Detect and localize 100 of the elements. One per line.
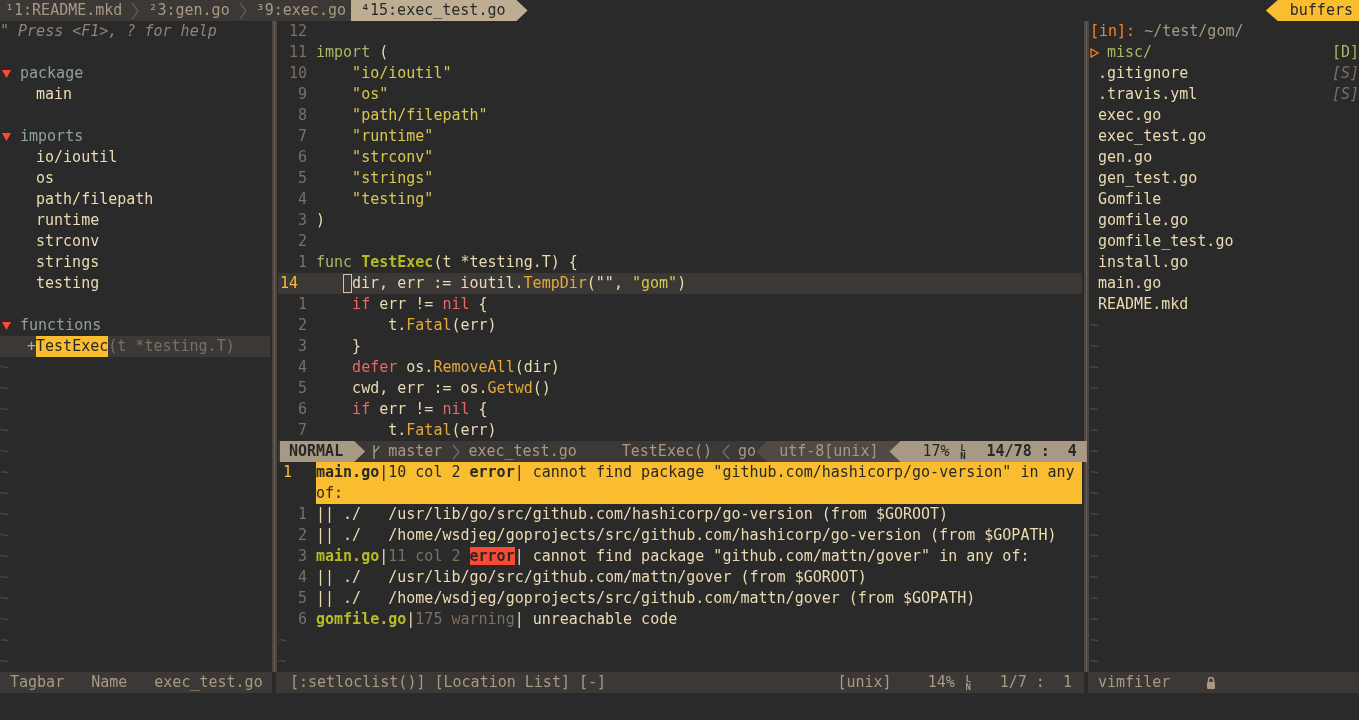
code-line: import ( [316, 42, 389, 63]
tag-item[interactable]: strconv [36, 231, 100, 252]
line-number: 8 [296, 105, 308, 126]
file-format: [unix] [837, 672, 892, 693]
empty-line-marker: ~ [0, 546, 10, 567]
function-name: TestExec() [621, 441, 713, 462]
tag-item[interactable]: testing [36, 273, 100, 294]
file-name[interactable]: Gomfile [1098, 189, 1162, 210]
chevron-icon [131, 1, 140, 20]
scroll-percent: 17% [922, 441, 950, 462]
file-type-tag: [D] [1331, 42, 1359, 63]
line-number: 2 [296, 231, 308, 252]
empty-line-marker: ~ [0, 420, 10, 441]
line-number: 3 [296, 546, 308, 567]
code-line: ) [316, 210, 326, 231]
tag-item[interactable]: main [36, 84, 73, 105]
line-number: 6 [296, 147, 308, 168]
empty-line-marker: ~ [1090, 504, 1100, 525]
current-path: ~/test/gom/ [1144, 21, 1244, 42]
empty-line-marker: ~ [1090, 462, 1100, 483]
branch-icon [371, 443, 382, 460]
file-name[interactable]: gomfile.go [1098, 210, 1189, 231]
line-mark: LN [964, 674, 972, 691]
visibility-sign: + [27, 336, 37, 357]
empty-line-marker: ~ [1090, 483, 1100, 504]
file-name[interactable]: exec.go [1098, 105, 1162, 126]
line-number: 3 [296, 210, 308, 231]
quickfix-entry[interactable]: || ./ /home/wsdjeg/goprojects/src/github.com/mattn/gover (from $GOPATH) [316, 588, 976, 609]
empty-line-marker: ~ [0, 483, 10, 504]
empty-line-marker: ~ [0, 504, 10, 525]
tag-item[interactable]: TestExec [36, 336, 109, 357]
quickfix-entry[interactable]: || ./ /usr/lib/go/src/github.com/mattn/gover (from $GOROOT) [316, 567, 867, 588]
file-name[interactable]: gen_test.go [1098, 168, 1198, 189]
empty-line-marker: ~ [278, 630, 288, 651]
empty-line-marker: ~ [0, 462, 10, 483]
empty-line-marker: ~ [1090, 399, 1100, 420]
cursor-position: 1/7 : 1 [999, 672, 1072, 693]
file-name: exec_test.go [468, 441, 577, 462]
line-mark: LN [959, 443, 967, 460]
file-name[interactable]: exec_test.go [1098, 126, 1207, 147]
file-name[interactable]: main.go [1098, 273, 1162, 294]
file-type-tag: [S] [1331, 84, 1359, 105]
line-number: 9 [296, 84, 308, 105]
status-label: Name [91, 672, 128, 693]
code-line: "strings" [351, 168, 434, 189]
quickfix-entry[interactable]: || ./ /home/wsdjeg/goprojects/src/github.com/hashicorp/go-version (from $GOPATH) [316, 525, 1057, 546]
code-line: cwd, err := os.Getwd() [351, 378, 551, 399]
tag-item[interactable]: os [36, 168, 55, 189]
code-line: "testing" [351, 189, 434, 210]
empty-line-marker: ~ [1090, 588, 1100, 609]
code-line: } [351, 336, 362, 357]
plugin-name: vimfiler [1098, 672, 1171, 693]
line-number: 7 [296, 420, 308, 441]
tab[interactable]: ²3:gen.go [143, 0, 235, 21]
quickfix-entry[interactable]: main.go|10 col 2 error| cannot find package "github.com/hashicorp/go-version" in any of: [316, 462, 1082, 504]
code-line: t.Fatal(err) [387, 420, 497, 441]
quickfix-entry[interactable]: main.go|11 col 2 error| cannot find package "github.com/mattn/gover" in any of: [316, 546, 1030, 567]
line-number: 4 [296, 357, 308, 378]
help-hint: " Press <F1>, ? for help [0, 21, 217, 42]
section-label[interactable]: package [20, 63, 84, 84]
code-line: "io/ioutil" [351, 63, 452, 84]
tab[interactable]: ⁴15:exec_test.go [351, 0, 528, 21]
empty-line-marker: ~ [0, 567, 10, 588]
file-name[interactable]: gomfile_test.go [1098, 231, 1234, 252]
branch-name: master [388, 441, 443, 462]
empty-line-marker: ~ [0, 609, 10, 630]
tag-item[interactable]: runtime [36, 210, 100, 231]
file-name[interactable]: .travis.yml [1098, 84, 1198, 105]
file-name[interactable]: install.go [1098, 252, 1189, 273]
folder-name[interactable]: misc/ [1107, 42, 1153, 63]
tag-item[interactable]: strings [36, 252, 100, 273]
buffers-label: buffers [1265, 0, 1359, 21]
empty-line-marker: ~ [1090, 609, 1100, 630]
file-type-tag: [S] [1331, 63, 1359, 84]
section-label[interactable]: imports [20, 126, 84, 147]
line-number: 11 [287, 42, 308, 63]
empty-line-marker: ~ [0, 525, 10, 546]
code-line: "runtime" [351, 126, 434, 147]
file-name[interactable]: .gitignore [1098, 63, 1189, 84]
line-number: 14 [279, 273, 300, 294]
line-number: 4 [296, 567, 308, 588]
section-label[interactable]: functions [20, 315, 102, 336]
tab[interactable]: ¹1:README.mkd [0, 0, 128, 21]
tab[interactable]: ³9:exec.go [250, 0, 351, 21]
tag-item[interactable]: path/filepath [36, 189, 154, 210]
empty-line-marker: ~ [1090, 441, 1100, 462]
empty-line-marker: ~ [1090, 357, 1100, 378]
file-name[interactable]: README.mkd [1098, 294, 1189, 315]
code-line: if err != nil { [351, 399, 488, 420]
line-number: 1 [296, 504, 308, 525]
file-name[interactable]: gen.go [1098, 147, 1153, 168]
code-line: dir, err := ioutil.TempDir("", "gom") [352, 273, 687, 294]
line-number: 5 [296, 378, 308, 399]
code-line: t.Fatal(err) [387, 315, 497, 336]
quickfix-entry[interactable]: gomfile.go|175 warning| unreachable code [316, 609, 678, 630]
quickfix-entry[interactable]: || ./ /usr/lib/go/src/github.com/hashicorp/go-version (from $GOROOT) [316, 504, 949, 525]
file-type: go [738, 441, 757, 462]
tag-item[interactable]: io/ioutil [36, 147, 118, 168]
empty-line-marker: ~ [0, 378, 10, 399]
empty-line-marker: ~ [0, 399, 10, 420]
